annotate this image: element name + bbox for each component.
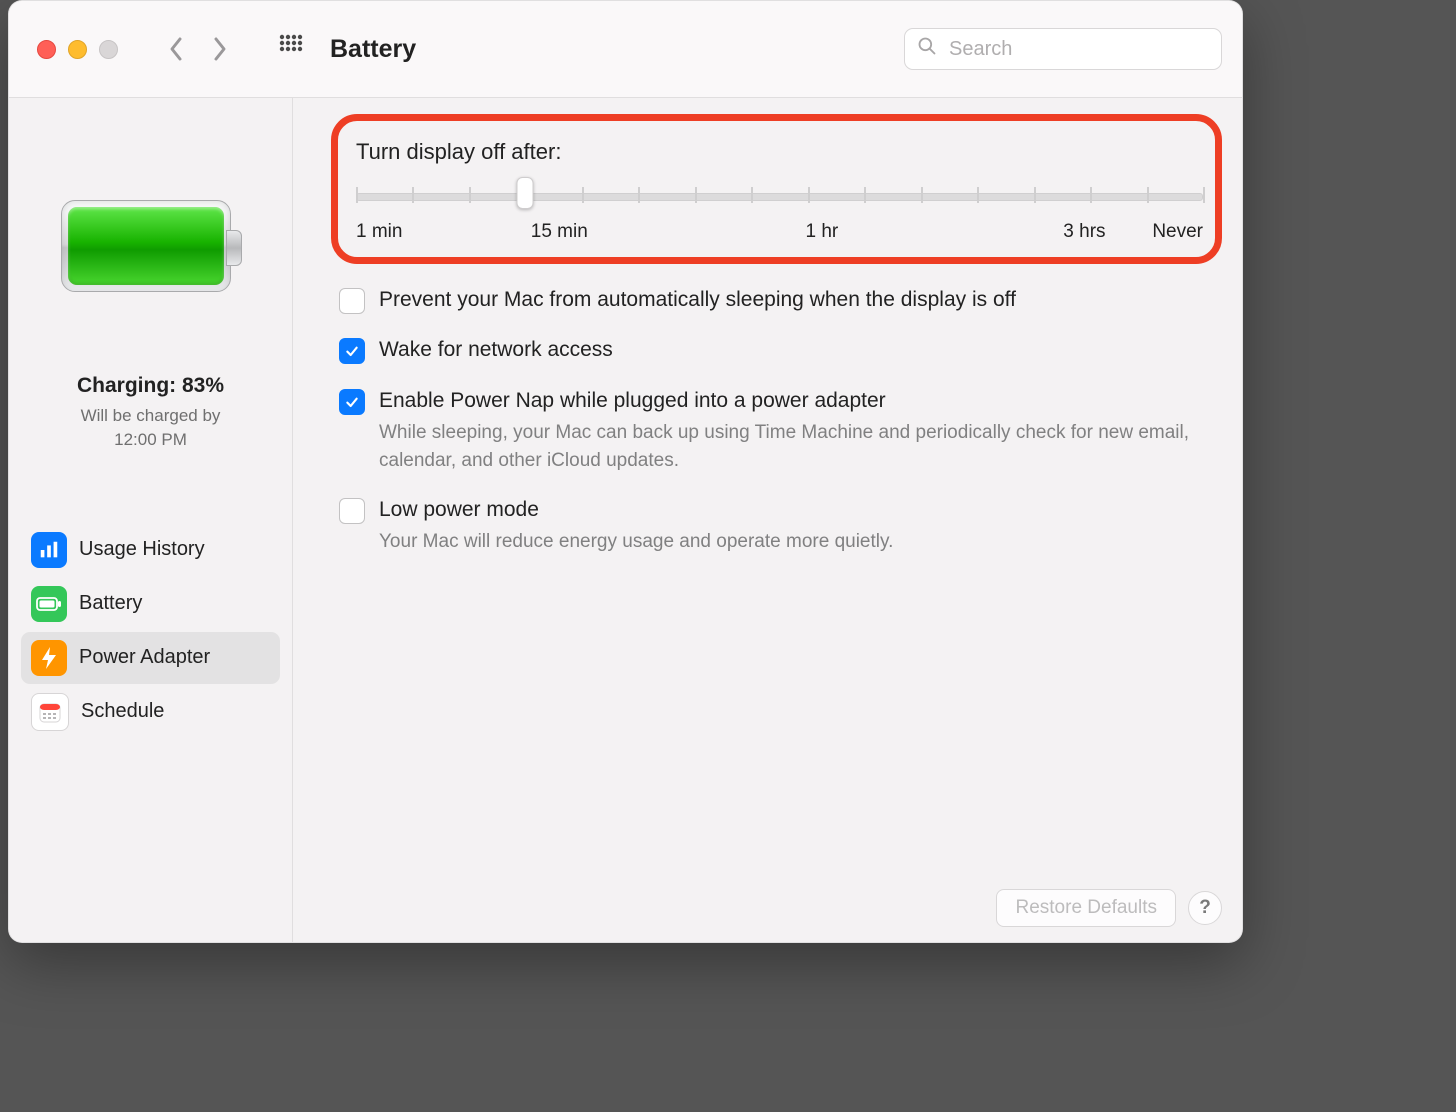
option-description: While sleeping, your Mac can back up usi… <box>379 419 1199 474</box>
slider-tick <box>356 187 358 203</box>
display-sleep-slider[interactable]: 1 min 15 min 1 hr 3 hrs Never <box>356 189 1203 245</box>
option-label: Enable Power Nap while plugged into a po… <box>379 387 1199 415</box>
sidebar-item-label: Battery <box>79 592 142 615</box>
sidebar-list: Usage History Battery Power Adapter Schedul… <box>21 524 280 738</box>
search-icon <box>917 36 937 62</box>
help-button[interactable]: ? <box>1188 891 1222 925</box>
chart-bar-icon <box>31 532 67 568</box>
calendar-icon <box>31 693 69 731</box>
option-label: Prevent your Mac from automatically slee… <box>379 286 1016 314</box>
display-sleep-title: Turn display off after: <box>356 139 1203 165</box>
close-window-button[interactable] <box>37 40 56 59</box>
page-title: Battery <box>330 35 416 64</box>
slider-tick <box>921 187 923 203</box>
slider-tick <box>469 187 471 203</box>
slider-label: 15 min <box>531 221 588 243</box>
window-controls <box>37 40 118 59</box>
zoom-window-button[interactable] <box>99 40 118 59</box>
restore-defaults-button[interactable]: Restore Defaults <box>996 889 1176 927</box>
search-input[interactable] <box>947 37 1216 62</box>
checkbox[interactable] <box>339 288 365 314</box>
checkbox[interactable] <box>339 498 365 524</box>
nav-arrows <box>168 36 228 62</box>
slider-label: 1 min <box>356 221 402 243</box>
slider-tick <box>1034 187 1036 203</box>
sidebar: Charging: 83% Will be charged by 12:00 P… <box>9 98 293 943</box>
sidebar-item-usage-history[interactable]: Usage History <box>21 524 280 576</box>
search-field[interactable] <box>904 28 1222 70</box>
slider-tick <box>582 187 584 203</box>
option-row: Wake for network access <box>339 336 1222 364</box>
slider-tick <box>695 187 697 203</box>
option-row: Enable Power Nap while plugged into a po… <box>339 387 1222 474</box>
checkbox[interactable] <box>339 338 365 364</box>
highlighted-display-sleep-section: Turn display off after: 1 min 15 min 1 hr 3… <box>331 114 1222 264</box>
option-row: Prevent your Mac from automatically slee… <box>339 286 1222 314</box>
sidebar-item-power-adapter[interactable]: Power Adapter <box>21 632 280 684</box>
slider-label: 1 hr <box>805 221 838 243</box>
charging-eta: Will be charged by 12:00 PM <box>81 404 221 452</box>
slider-thumb[interactable] <box>517 177 534 209</box>
sidebar-item-schedule[interactable]: Schedule <box>21 686 280 738</box>
sidebar-item-label: Usage History <box>79 538 205 561</box>
slider-tick <box>1203 187 1205 203</box>
option-row: Low power mode Your Mac will reduce energ… <box>339 496 1222 556</box>
slider-tick <box>412 187 414 203</box>
system-preferences-window: Battery Charging: 83% Will be charged <box>8 0 1243 943</box>
sidebar-item-battery[interactable]: Battery <box>21 578 280 630</box>
slider-tick <box>1090 187 1092 203</box>
slider-tick <box>638 187 640 203</box>
slider-tick <box>1147 187 1149 203</box>
slider-label: Never <box>1152 221 1203 243</box>
minimize-window-button[interactable] <box>68 40 87 59</box>
content: Turn display off after: 1 min 15 min 1 hr 3… <box>293 98 1242 943</box>
battery-graphic: Charging: 83% Will be charged by 12:00 P… <box>21 122 280 452</box>
battery-full-icon <box>31 586 67 622</box>
slider-label: 3 hrs <box>1063 221 1105 243</box>
option-description: Your Mac will reduce energy usage and op… <box>379 528 893 556</box>
back-button[interactable] <box>168 36 184 62</box>
sidebar-item-label: Power Adapter <box>79 646 210 669</box>
slider-tick <box>977 187 979 203</box>
option-label: Low power mode <box>379 496 893 524</box>
charging-status: Charging: 83% <box>77 374 224 398</box>
slider-tick <box>751 187 753 203</box>
option-label: Wake for network access <box>379 336 613 364</box>
sidebar-item-label: Schedule <box>81 700 164 723</box>
bolt-icon <box>31 640 67 676</box>
slider-tick <box>864 187 866 203</box>
checkbox[interactable] <box>339 389 365 415</box>
forward-button[interactable] <box>212 36 228 62</box>
toolbar: Battery <box>9 1 1242 98</box>
show-all-preferences-button[interactable] <box>278 33 304 65</box>
slider-tick <box>808 187 810 203</box>
